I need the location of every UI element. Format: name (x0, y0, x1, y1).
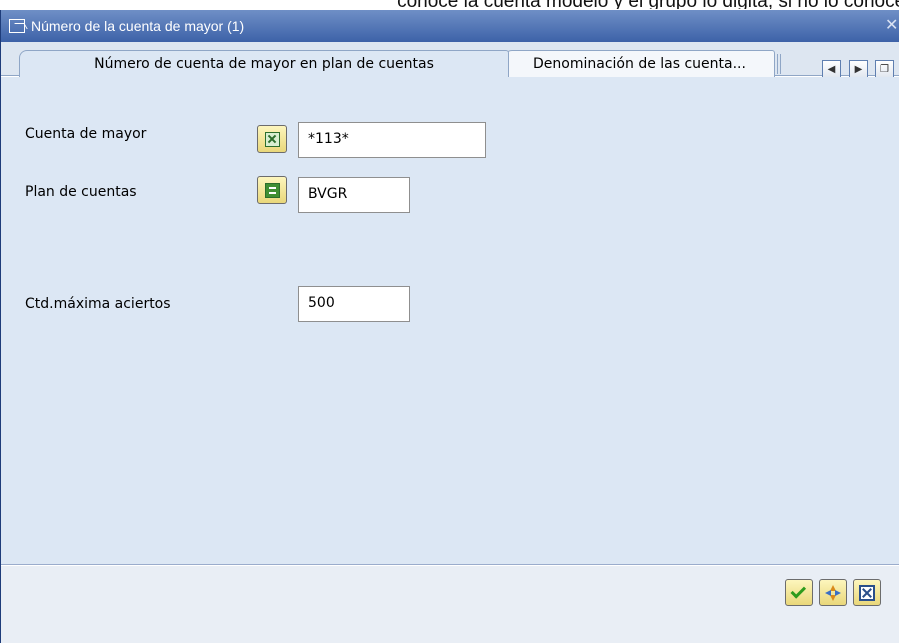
check-icon (790, 582, 807, 599)
multiple-selection-button[interactable] (819, 579, 847, 606)
tab-denominacion[interactable]: Denominación de las cuenta... (504, 50, 775, 77)
tab-strip: Número de cuenta de mayor en plan de cue… (1, 42, 899, 79)
cancel-button[interactable] (853, 579, 881, 606)
background-document-text: conoce la cuenta modelo y el grupo lo di… (0, 0, 899, 9)
label-plan-cuentas: Plan de cuentas (25, 184, 137, 200)
pattern-match-button[interactable] (257, 125, 287, 153)
confirm-button[interactable] (785, 579, 813, 606)
window-title: Número de la cuenta de mayor (1) (31, 18, 245, 34)
plan-cuentas-input[interactable]: BVGR (298, 177, 410, 213)
tab-separator (777, 54, 781, 74)
tab-label: Denominación de las cuenta... (533, 56, 746, 72)
tab-label: Número de cuenta de mayor en plan de cue… (94, 56, 434, 72)
dialog-icon (9, 19, 25, 33)
equals-icon (264, 182, 280, 198)
label-cuenta-mayor: Cuenta de mayor (25, 126, 147, 142)
tab-numero-cuenta[interactable]: Número de cuenta de mayor en plan de cue… (19, 50, 509, 77)
button-bar (1, 566, 899, 643)
title-bar: Número de la cuenta de mayor (1) ✕ (1, 10, 899, 42)
equals-button[interactable] (257, 176, 287, 204)
label-max-aciertos: Ctd.máxima aciertos (25, 296, 171, 312)
dialog-window: Número de la cuenta de mayor (1) ✕ Númer… (0, 10, 899, 643)
cancel-x-icon (859, 584, 875, 601)
close-icon[interactable]: ✕ (885, 16, 899, 36)
cuenta-mayor-input[interactable]: *113* (298, 122, 486, 158)
selection-panel: Cuenta de mayor *113* Plan de cuentas BV… (1, 77, 899, 565)
max-aciertos-input[interactable]: 500 (298, 286, 410, 322)
compass-icon (825, 584, 841, 601)
pattern-match-icon (264, 131, 280, 147)
